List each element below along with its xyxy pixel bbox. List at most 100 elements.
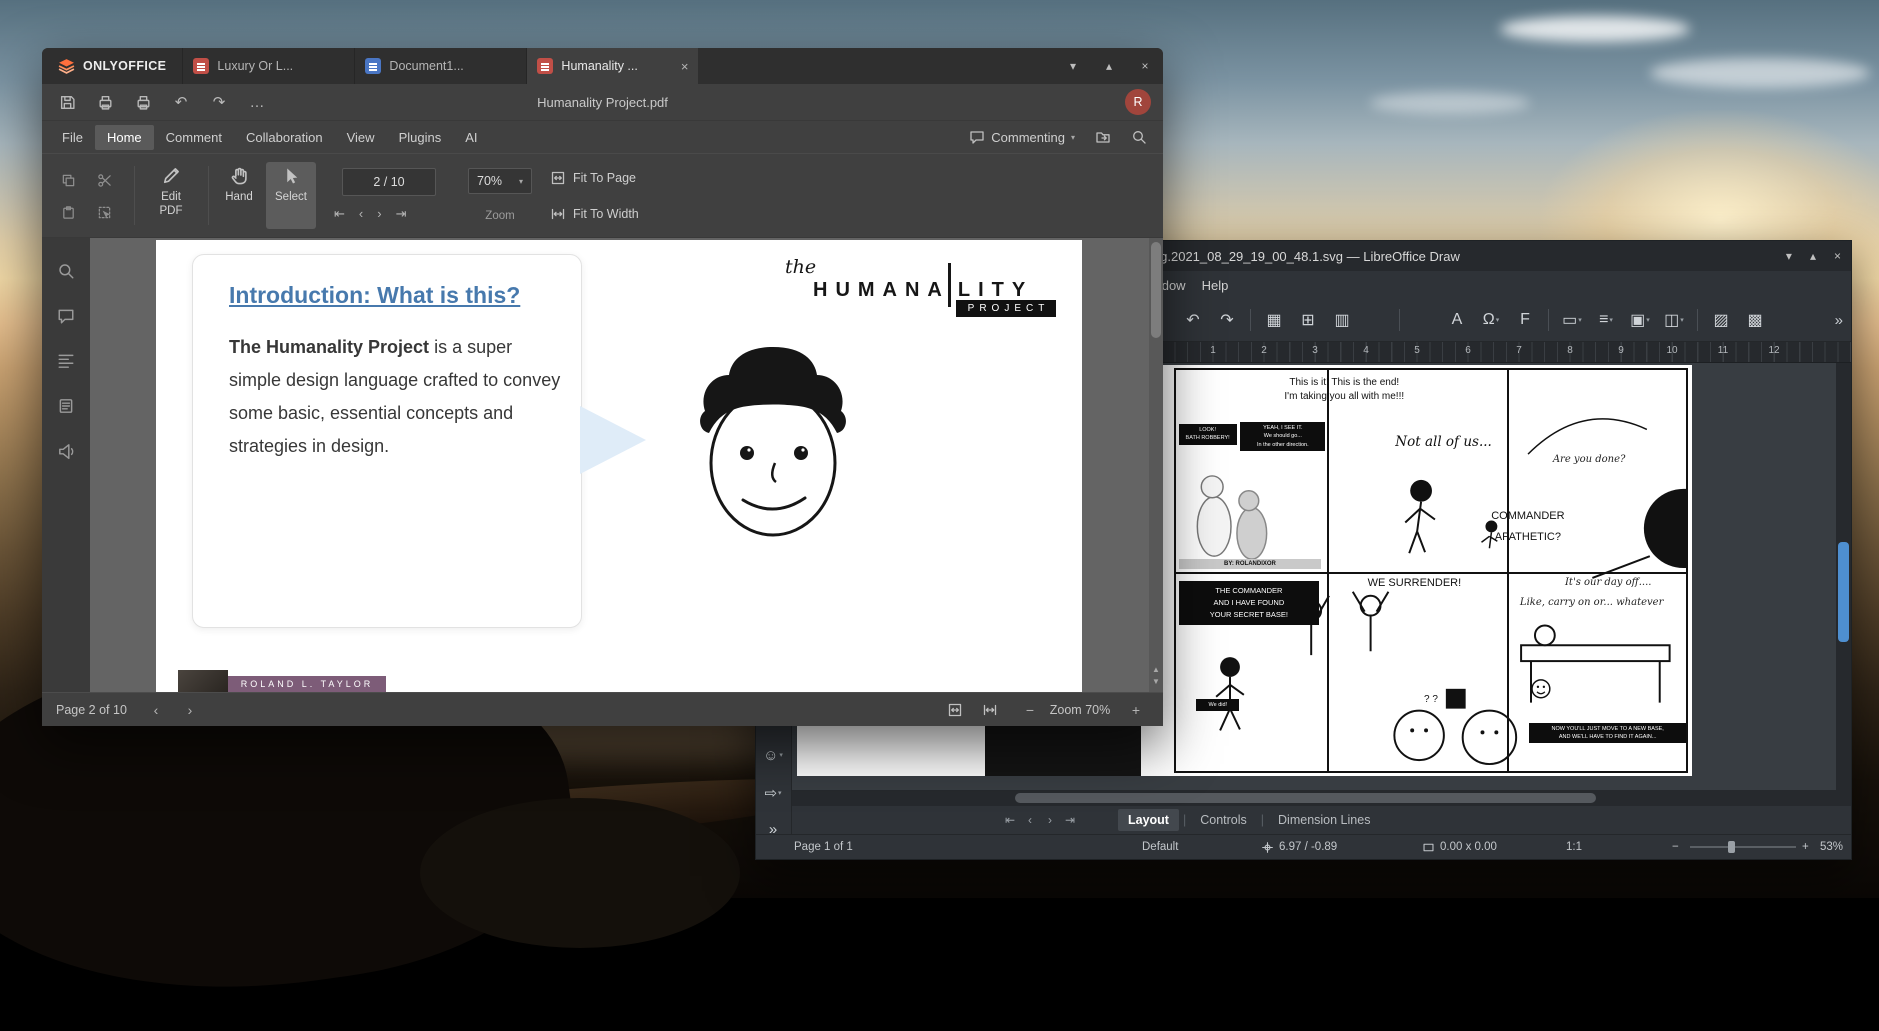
comments-panel-button[interactable] [57,307,75,325]
shadow-button[interactable]: ▨ [1706,305,1736,335]
align-button[interactable]: ≡▾ [1591,305,1621,335]
next-page-scroll-button[interactable]: ▼ [1152,677,1160,686]
arrange-button[interactable]: ▣▾ [1625,305,1655,335]
image-button[interactable] [1408,305,1438,335]
save-button[interactable] [52,89,82,115]
more-button[interactable]: … [242,89,272,115]
draw-horizontal-scrollbar[interactable] [792,790,1851,806]
last-page-button[interactable]: ⇥ [396,206,407,222]
previous-page-button[interactable]: ‹ [144,693,168,726]
page-style[interactable]: Default [1142,835,1178,859]
close-button[interactable]: × [1834,249,1841,263]
document-tab[interactable]: Humanality ...× [526,48,698,84]
comic-text: Are you done? [1538,454,1640,465]
previous-page-scroll-button[interactable]: ▲ [1152,665,1160,674]
tab-controls[interactable]: Controls [1190,809,1257,831]
zoom-slider-thumb[interactable] [1728,841,1735,853]
distribute-button[interactable]: ◫▾ [1659,305,1689,335]
first-page-button[interactable]: ⇤ [334,206,345,222]
toolbar-overflow-button[interactable]: » [1835,312,1843,329]
print-button[interactable] [90,89,120,115]
navigation-panel-button[interactable] [57,352,75,370]
shapes-button[interactable]: ▭▾ [1557,305,1587,335]
edit-pdf-button[interactable]: Edit PDF [142,162,200,229]
nav-next-button[interactable]: › [1042,813,1058,827]
comic-text: Not all of us... [1395,434,1502,450]
quick-print-button[interactable] [128,89,158,115]
search-button[interactable] [1131,129,1147,145]
avatar[interactable]: R [1125,89,1151,115]
maximize-button[interactable]: ▴ [1091,48,1127,84]
next-page-button[interactable]: › [178,693,202,726]
menu-help[interactable]: Help [1194,274,1237,297]
page-number-input[interactable]: 2 / 10 [342,168,436,196]
menu-ai[interactable]: AI [453,125,489,150]
tab-close-button[interactable]: × [681,59,689,74]
textbox-button[interactable]: A [1442,305,1472,335]
scrollbar-thumb[interactable] [1838,542,1849,642]
tab-dimension-lines[interactable]: Dimension Lines [1268,809,1380,831]
cut-button[interactable] [90,166,118,194]
scrollbar-thumb[interactable] [1015,793,1596,803]
grid-button[interactable]: ▦ [1259,305,1289,335]
next-page-button[interactable]: › [377,206,381,222]
copy-button[interactable] [54,166,82,194]
fit-to-page-button[interactable] [947,693,963,726]
scrollbar-thumb[interactable] [1151,242,1161,338]
hand-tool-button[interactable]: Hand [216,162,262,229]
menu-view[interactable]: View [335,125,387,150]
previous-page-button[interactable]: ‹ [359,206,363,222]
nav-first-button[interactable]: ⇤ [1002,813,1018,827]
minimize-button[interactable]: ▾ [1055,48,1091,84]
zoom-in-button[interactable]: + [1802,835,1809,859]
select-tool-button[interactable]: Select [266,162,316,229]
paste-button[interactable] [54,198,82,226]
undo-button[interactable]: ↶ [166,89,196,115]
onlyoffice-titlebar[interactable]: ONLYOFFICE Luxury Or L...Document1...Hum… [42,48,1163,84]
tab-layout[interactable]: Layout [1118,809,1179,831]
menu-home[interactable]: Home [95,125,154,150]
zoom-slider[interactable] [1690,846,1796,848]
search-panel-button[interactable] [57,262,75,280]
document-tab[interactable]: Luxury Or L... [182,48,354,84]
open-file-location-button[interactable] [1095,129,1111,145]
helplines-button[interactable]: ⊞ [1293,305,1323,335]
fontwork-button[interactable]: F [1510,305,1540,335]
feedback-panel-button[interactable] [57,442,75,460]
zoom-in-button[interactable]: + [1124,693,1148,726]
cursor-position: 6.97 / -0.89 [1261,835,1337,859]
fit-to-page-button[interactable]: Fit To Page [550,170,636,186]
zoom-out-button[interactable]: − [1672,835,1679,859]
crop-button[interactable]: ▩ [1740,305,1770,335]
symbol-button[interactable]: Ω▾ [1476,305,1506,335]
zoom-out-button[interactable]: − [1018,693,1042,726]
ruler-number: 11 [1718,345,1728,356]
zoom-select[interactable]: 70% ▾ [468,168,532,194]
document-tab[interactable]: Document1... [354,48,526,84]
doc-file-icon [365,58,381,74]
thumbnails-panel-button[interactable] [57,397,75,415]
nav-last-button[interactable]: ⇥ [1062,813,1078,827]
menu-plugins[interactable]: Plugins [387,125,454,150]
close-button[interactable]: × [1127,48,1163,84]
block-arrow-button[interactable]: ⇨▾ [758,780,788,806]
document-scrollbar[interactable]: ▲ ▼ [1149,238,1163,692]
minimize-button[interactable]: ▾ [1786,249,1792,263]
menu-comment[interactable]: Comment [154,125,234,150]
redo-button[interactable]: ↷ [1212,305,1242,335]
menu-file[interactable]: File [50,125,95,150]
zoom-button[interactable] [1361,305,1391,335]
nav-prev-button[interactable]: ‹ [1022,813,1038,827]
fit-to-width-button[interactable] [982,693,998,726]
select-all-button[interactable] [90,198,118,226]
undo-button[interactable]: ↶ [1178,305,1208,335]
draw-vertical-scrollbar[interactable] [1836,363,1851,790]
menu-collaboration[interactable]: Collaboration [234,125,335,150]
smiley-button[interactable]: ☺▾ [758,742,788,768]
maximize-button[interactable]: ▴ [1810,249,1816,263]
fit-to-width-button[interactable]: Fit To Width [550,206,639,222]
commenting-mode-button[interactable]: Commenting ▾ [969,129,1075,145]
document-area[interactable]: Introduction: What is this? The Humanali… [90,238,1163,692]
redo-button[interactable]: ↷ [204,89,234,115]
glue-button[interactable]: ▥ [1327,305,1357,335]
